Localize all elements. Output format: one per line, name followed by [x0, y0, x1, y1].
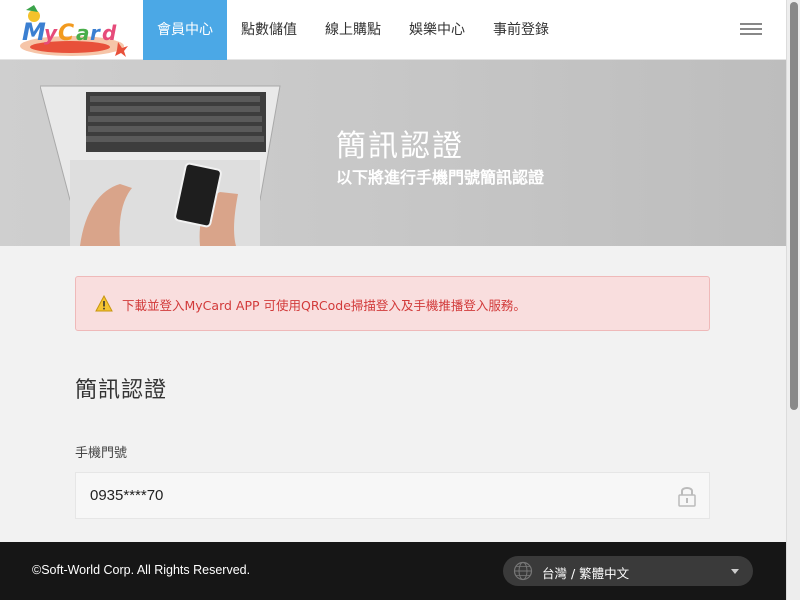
- hamburger-menu-icon[interactable]: [740, 23, 762, 37]
- nav-item-point-topup[interactable]: 點數儲值: [227, 0, 311, 60]
- site-footer: ©Soft-World Corp. All Rights Reserved. 台…: [0, 542, 786, 600]
- chevron-down-icon: [731, 569, 739, 574]
- banner-title: 簡訊認證: [336, 129, 464, 164]
- alert-message: 下載並登入MyCard APP 可使用QRCode掃描登入及手機推播登入服務。: [122, 298, 526, 313]
- site-header: M y C a r d 會員中心 點數儲值 線上購點 娛樂中心 事前登錄: [0, 0, 786, 60]
- phone-field-label: 手機門號: [75, 446, 128, 461]
- nav-item-entertainment-center[interactable]: 娛樂中心: [395, 0, 479, 60]
- main-nav: 會員中心 點數儲值 線上購點 娛樂中心 事前登錄: [143, 0, 563, 60]
- mycard-logo[interactable]: M y C a r d: [14, 2, 130, 58]
- svg-text:M: M: [22, 18, 46, 46]
- svg-text:r: r: [90, 21, 101, 45]
- svg-text:a: a: [76, 21, 90, 45]
- phone-number-value: 0935****70: [90, 487, 164, 504]
- lock-icon: [678, 487, 696, 507]
- nav-item-member-center[interactable]: 會員中心: [143, 0, 227, 60]
- globe-icon: [513, 561, 533, 581]
- copyright-text: ©Soft-World Corp. All Rights Reserved.: [32, 563, 251, 577]
- language-selector[interactable]: 台灣 / 繁體中文: [503, 556, 753, 586]
- page-scrollbar[interactable]: [786, 0, 800, 600]
- scrollbar-thumb[interactable]: [790, 2, 798, 410]
- svg-text:C: C: [58, 21, 74, 46]
- section-title: 簡訊認證: [75, 378, 168, 403]
- laptop-phone-illustration: [40, 85, 281, 246]
- svg-text:d: d: [102, 21, 117, 45]
- hero-banner: 簡訊認證 以下將進行手機門號簡訊認證: [0, 60, 786, 246]
- warning-icon: [95, 295, 113, 312]
- app-download-alert: 下載並登入MyCard APP 可使用QRCode掃描登入及手機推播登入服務。: [75, 276, 710, 331]
- nav-item-online-purchase[interactable]: 線上購點: [311, 0, 395, 60]
- language-label: 台灣 / 繁體中文: [542, 566, 630, 581]
- phone-number-field: 0935****70: [75, 472, 710, 519]
- nav-item-pre-registration[interactable]: 事前登錄: [479, 0, 563, 60]
- banner-subtitle: 以下將進行手機門號簡訊認證: [336, 168, 545, 187]
- svg-text:y: y: [44, 21, 58, 45]
